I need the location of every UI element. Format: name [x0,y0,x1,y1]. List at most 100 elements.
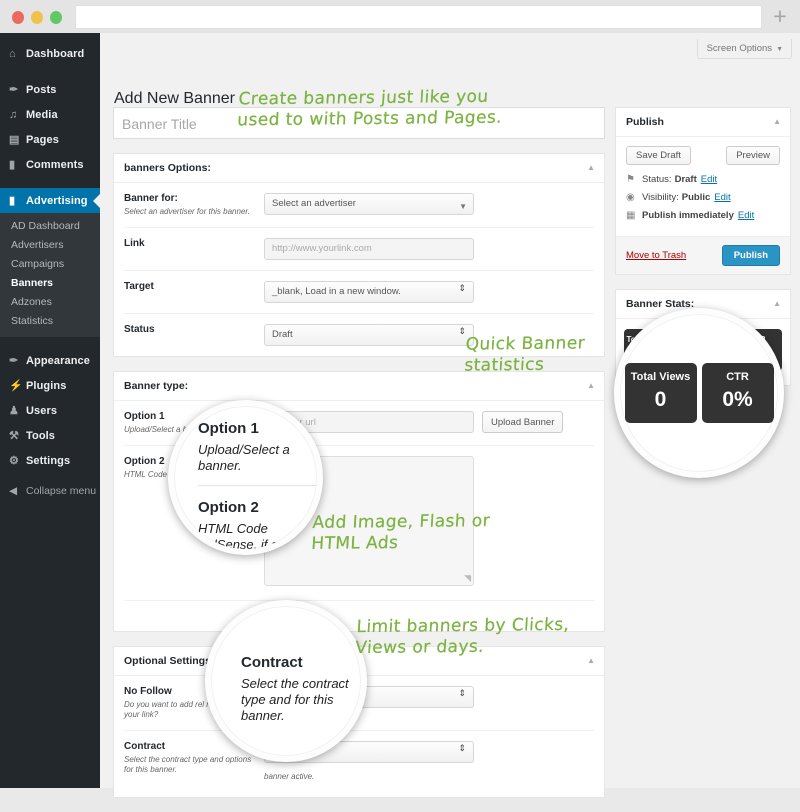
magnified-option1-desc: Upload/Select a banner. [198,442,290,473]
sidebar-item-campaigns[interactable]: Campaigns [0,255,100,274]
chevron-up-icon[interactable]: ▲ [587,381,595,390]
status-value: Draft [674,174,697,185]
stat-label: CTR [726,371,749,383]
banner-type-heading[interactable]: Banner type: ▲ [114,372,604,401]
pin-icon: ⚑ [626,174,635,185]
field-description: Select the contract type and options for… [124,755,252,774]
sidebar-item-users[interactable]: ♟ Users [0,398,100,423]
sidebar-item-plugins[interactable]: ⚡ Plugins [0,373,100,398]
stepper-icon: ⇕ [458,326,466,336]
publish-button[interactable]: Publish [721,245,780,266]
resize-grip-icon[interactable]: ◥ [464,573,471,584]
magnified-stat-tile-ctr: CTR 0% [701,363,774,423]
sidebar-item-banners[interactable]: Banners [0,274,100,293]
edit-status-link[interactable]: Edit [701,174,717,185]
stepper-icon: ⇕ [458,743,466,753]
minimize-window-button[interactable] [31,11,43,24]
sidebar-item-posts[interactable]: ✒ Posts [0,77,100,102]
move-to-trash-link[interactable]: Move to Trash [626,250,686,261]
advertiser-select[interactable]: Select an advertiser ▼ [264,193,474,215]
collapse-icon: ◀ [9,485,18,497]
banners-options-heading[interactable]: banners Options: ▲ [114,154,604,183]
field-label: Banner for: [124,193,178,204]
collapse-menu-button[interactable]: ◀ Collapse menu [0,479,100,503]
sidebar-item-dashboard[interactable]: ⌂ Dashboard [0,41,100,66]
sidebar-item-adzones[interactable]: Adzones [0,293,100,312]
form-label-group: Status [124,324,264,346]
magnified-option2-desc: HTML Code (adSense, if ads, ...) [198,521,315,552]
form-label-group: Link [124,238,264,260]
sidebar-item-label: Comments [26,158,84,171]
advertising-icon: ▮ [9,195,16,207]
status-select[interactable]: Draft ⇕ [264,324,474,346]
sidebar-item-label: Pages [26,133,59,146]
target-select[interactable]: _blank, Load in a new window. ⇕ [264,281,474,303]
sidebar-item-label: Tools [26,429,56,442]
banner-title-input[interactable]: Banner Title [113,107,605,139]
browser-chrome: + [0,0,800,33]
chevron-down-icon: ▼ [776,46,783,53]
maximize-window-button[interactable] [50,11,62,24]
chevron-up-icon[interactable]: ▲ [587,163,595,172]
sidebar-item-label: Dashboard [26,47,85,60]
close-window-button[interactable] [12,11,24,24]
edit-visibility-link[interactable]: Edit [714,192,730,203]
chevron-up-icon[interactable]: ▲ [773,299,781,308]
panel-title: banners Options: [124,162,211,174]
select-value: Draft [272,329,293,340]
field-description: Select an advertiser for this banner. [124,207,250,216]
chevron-up-icon[interactable]: ▲ [773,117,781,126]
dashboard-icon: ⌂ [9,47,16,60]
stepper-icon: ⇕ [458,283,466,293]
form-row-status: Status Draft ⇕ [124,314,594,356]
panel-title: Banner type: [124,380,189,392]
select-value: Select an advertiser [272,198,356,209]
form-field: Draft ⇕ [264,324,594,346]
magnified-option2-label: Option 2 [198,499,259,516]
publish-heading[interactable]: Publish ▲ [616,108,790,137]
panel-title: Publish [626,116,664,128]
magnifier-contract: Contract Select the contract type and fo… [205,600,367,762]
sidebar-item-settings[interactable]: ⚙ Settings [0,448,100,473]
stat-value: 0 [654,388,667,411]
field-label: Target [124,281,154,292]
banners-options-panel: banners Options: ▲ Banner for: Select an… [113,153,605,357]
sidebar-item-label: Media [26,108,58,121]
new-tab-icon[interactable]: + [771,5,789,28]
sidebar-item-tools[interactable]: ⚒ Tools [0,423,100,448]
divider [198,485,317,486]
form-field: http://www.yourlink.com [264,238,594,260]
form-field: Select an advertiser ▼ [264,193,594,217]
edit-schedule-link[interactable]: Edit [738,210,754,221]
sidebar-item-pages[interactable]: ▤ Pages [0,127,100,152]
chevron-up-icon[interactable]: ▲ [587,656,595,665]
save-draft-button[interactable]: Save Draft [626,146,691,165]
sidebar-item-advertisers[interactable]: Advertisers [0,236,100,255]
sidebar-item-media[interactable]: ♫ Media [0,102,100,127]
preview-button[interactable]: Preview [726,146,780,165]
screen-options-button[interactable]: Screen Options ▼ [696,39,792,59]
sidebar-item-advertising[interactable]: ▮ Advertising [0,188,101,213]
stat-value: 0% [722,388,753,411]
sidebar-item-label: Posts [26,83,57,96]
magnified-stat-tile-total-views: Total Views 0 [624,363,697,423]
visibility-line: ◉ Visibility: Public Edit [626,192,780,203]
link-input[interactable]: http://www.yourlink.com [264,238,474,260]
magnifier-banner-stats: Total Views 0 CTR 0% [614,308,784,478]
address-bar[interactable] [75,5,762,29]
sidebar-item-statistics[interactable]: Statistics [0,312,100,331]
magnified-contract-label: Contract [241,654,303,671]
sidebar-item-appearance[interactable]: ✒ Appearance [0,348,100,373]
form-row-banner-for: Banner for: Select an advertiser for thi… [124,183,594,228]
sidebar-item-ad-dashboard[interactable]: AD Dashboard [0,217,100,236]
plug-icon: ⚡ [9,380,23,392]
contract-hint: banner active. [264,772,315,781]
chevron-down-icon: ▼ [459,202,467,211]
upload-banner-button[interactable]: Upload Banner [482,411,564,433]
sidebar-item-label: Settings [26,454,71,467]
calendar-icon: ▦ [626,210,636,221]
sidebar-item-comments[interactable]: ▮ Comments [0,152,100,177]
comment-icon: ▮ [9,159,16,171]
status-label: Status: [642,174,672,185]
status-line: ⚑ Status: Draft Edit [626,174,780,185]
